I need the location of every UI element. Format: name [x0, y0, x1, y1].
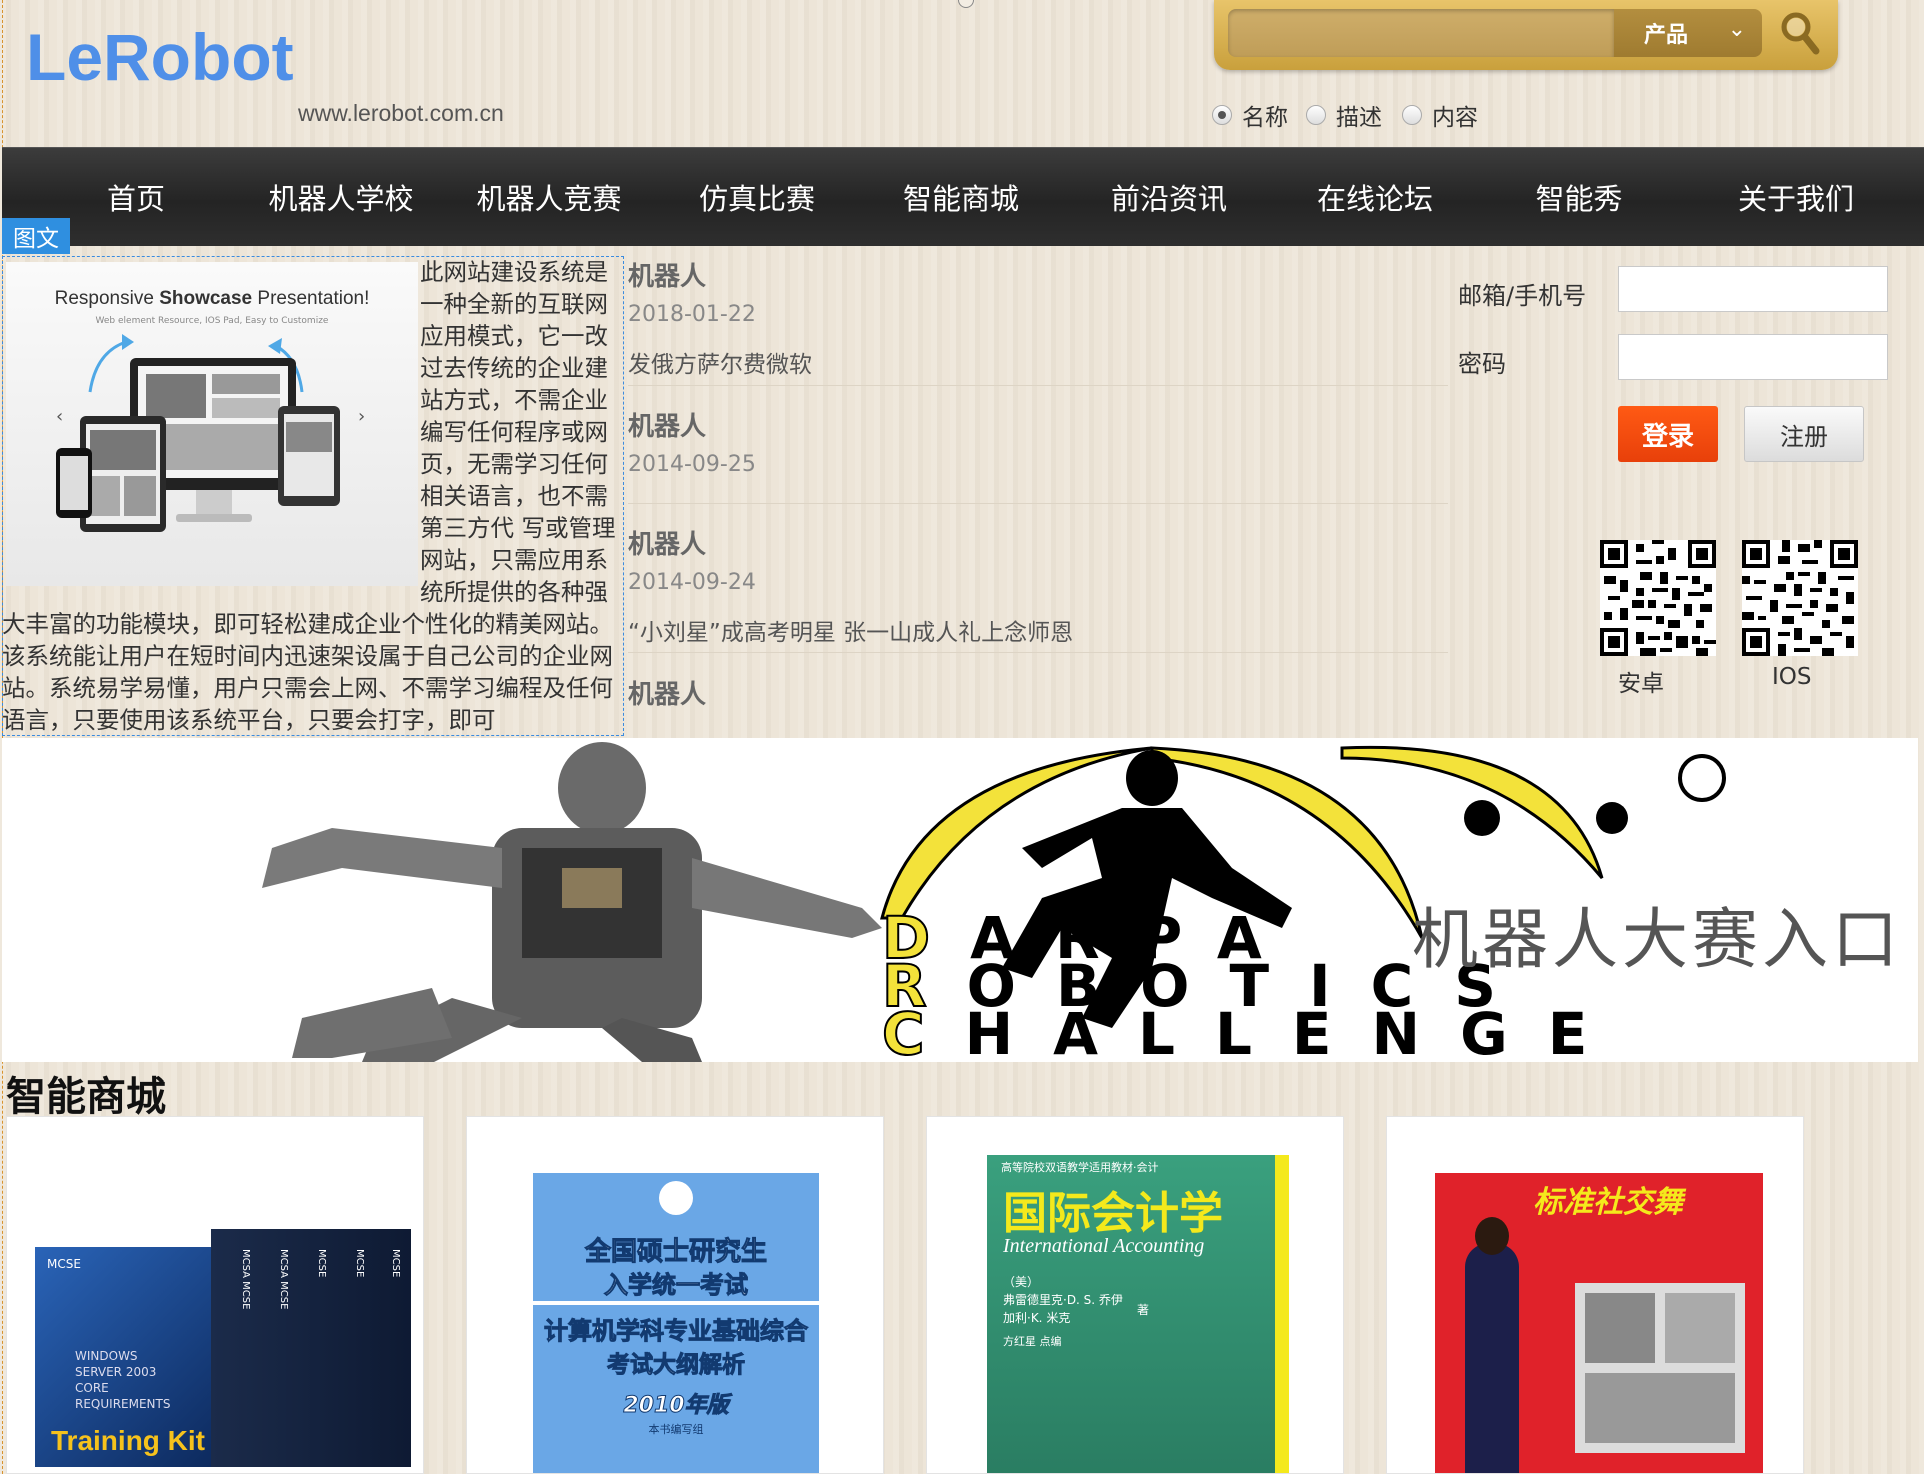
book-text: MCSE	[47, 1257, 81, 1271]
book-spine: MCSA MCSE	[278, 1249, 289, 1310]
search-input[interactable]	[1228, 9, 1614, 57]
search-category-label: 产品	[1644, 23, 1689, 48]
book-text: SERVER 2003	[75, 1365, 157, 1379]
product-card[interactable]: 标准社交舞	[1386, 1116, 1804, 1474]
product-image: 高等院校双语教学适用教材·会计 国际会计学 International Acco…	[987, 1155, 1289, 1473]
tuwen-tag[interactable]: 图文	[2, 218, 70, 254]
book-spine: MCSE	[390, 1249, 401, 1278]
nav-item-news[interactable]: 前沿资讯	[1094, 148, 1244, 246]
book-text: 本书编写组	[648, 1423, 704, 1436]
news-title[interactable]: 机器人	[628, 256, 706, 293]
nav-item-robot-school[interactable]: 机器人学校	[256, 148, 426, 246]
book-text: CORE	[75, 1381, 109, 1395]
book-text: 方红星 点编	[1003, 1335, 1062, 1348]
book-text: WINDOWS	[75, 1349, 138, 1363]
book-text: Training Kit	[51, 1425, 205, 1456]
radio-label: 名称	[1242, 105, 1288, 131]
radio-dot[interactable]	[1306, 105, 1326, 125]
email-field[interactable]	[1618, 266, 1888, 312]
book-text: 著	[1137, 1303, 1150, 1317]
book-spine: MCSA MCSE	[240, 1249, 251, 1310]
login-button[interactable]: 登录	[1618, 406, 1718, 462]
radio-dot-selected[interactable]	[1212, 105, 1232, 125]
qr-label-ios: IOS	[1772, 664, 1812, 690]
nav-item-home[interactable]: 首页	[66, 148, 206, 246]
product-card[interactable]: 高等院校双语教学适用教材·会计 国际会计学 International Acco…	[926, 1116, 1344, 1474]
nav-item-smart-mall[interactable]: 智能商城	[886, 148, 1036, 246]
product-image: 标准社交舞	[1435, 1173, 1763, 1473]
qr-icon	[1600, 540, 1716, 656]
shop-section-title: 智能商城	[6, 1073, 166, 1120]
tuwen-body: 此网站建设系统是一种全新的互联网应用模式，它一改过去传统的企业建站方式，不需企业…	[2, 258, 616, 734]
book-text: 加利·K. 米克	[1003, 1311, 1071, 1325]
qr-code-android	[1600, 540, 1716, 656]
chevron-down-icon: ⌄	[1727, 17, 1746, 42]
book-text: 高等院校双语教学适用教材·会计	[1001, 1161, 1159, 1174]
banner-title: 机器人大赛入口	[1412, 901, 1902, 978]
site-domain: www.lerobot.com.cn	[298, 100, 504, 126]
news-desc: “小刘星”成高考明星 张一山成人礼上念师恩	[628, 620, 1074, 646]
search-category-select[interactable]: 产品 ⌄	[1614, 9, 1762, 57]
news-title[interactable]: 机器人	[628, 406, 706, 443]
resize-handle[interactable]	[958, 0, 974, 8]
product-card[interactable]: MCSA MCSE MCSA MCSE MCSE MCSE MCSE MCSE …	[6, 1116, 424, 1474]
news-title[interactable]: 机器人	[628, 524, 706, 561]
product-card[interactable]: 全国硕士研究生 入学统一考试 计算机学科专业基础综合 考试大纲解析 2010年版…	[466, 1116, 884, 1474]
news-title[interactable]: 机器人	[628, 674, 706, 711]
book-spine: MCSE	[354, 1249, 365, 1278]
qr-code-ios	[1742, 540, 1858, 656]
news-divider	[628, 652, 1448, 653]
book-text: 标准社交舞	[1533, 1185, 1683, 1220]
competition-banner[interactable]: DARPA ROBOTICS CHALLENGE 机器人大赛入口	[2, 738, 1918, 1062]
book-text: International Accounting	[1003, 1235, 1205, 1257]
book-text: 计算机学科专业基础综合	[544, 1317, 809, 1346]
email-label: 邮箱/手机号	[1458, 282, 1587, 310]
product-image: 全国硕士研究生 入学统一考试 计算机学科专业基础综合 考试大纲解析 2010年版…	[533, 1173, 819, 1473]
password-label: 密码	[1458, 350, 1506, 378]
book-text: 弗雷德里克·D. S. 乔伊	[1003, 1293, 1123, 1307]
book-spine: MCSE	[316, 1249, 327, 1278]
main-nav: 首页 机器人学校 机器人竞赛 仿真比赛 智能商城 前沿资讯 在线论坛 智能秀 关…	[2, 147, 1924, 246]
search-button[interactable]	[1764, 4, 1836, 62]
book-text: 2010年版	[623, 1393, 729, 1419]
news-divider	[628, 385, 1448, 386]
password-field[interactable]	[1618, 334, 1888, 380]
qr-icon	[1742, 540, 1858, 656]
news-date: 2014-09-25	[628, 452, 756, 477]
qr-label-android: 安卓	[1618, 671, 1664, 697]
book-text: 国际会计学	[1003, 1188, 1223, 1239]
news-date: 2018-01-22	[628, 302, 756, 327]
radio-content[interactable]: 内容	[1402, 98, 1478, 132]
news-desc: 发俄方萨尔费微软	[628, 352, 812, 378]
book-text: 入学统一考试	[604, 1271, 749, 1300]
book-text: （美）	[1003, 1275, 1040, 1289]
book-text: REQUIREMENTS	[75, 1397, 171, 1411]
nav-item-robot-competition[interactable]: 机器人竞赛	[464, 148, 634, 246]
site-logo[interactable]: LeRobot	[26, 22, 294, 92]
radio-dot[interactable]	[1402, 105, 1422, 125]
book-text: 考试大纲解析	[607, 1352, 746, 1379]
radio-label: 描述	[1336, 105, 1382, 131]
search-icon	[1781, 12, 1820, 55]
nav-item-about[interactable]: 关于我们	[1716, 148, 1876, 246]
radio-description[interactable]: 描述	[1306, 98, 1382, 132]
news-date: 2014-09-24	[628, 570, 756, 595]
radio-name[interactable]: 名称	[1212, 98, 1288, 132]
nav-item-smart-show[interactable]: 智能秀	[1514, 148, 1644, 246]
book-text: 全国硕士研究生	[584, 1237, 767, 1268]
nav-item-simulation[interactable]: 仿真比赛	[682, 148, 832, 246]
news-divider	[628, 503, 1448, 504]
product-image: MCSA MCSE MCSA MCSE MCSE MCSE MCSE MCSE …	[35, 1229, 415, 1469]
register-button[interactable]: 注册	[1744, 406, 1864, 462]
nav-item-forum[interactable]: 在线论坛	[1300, 148, 1450, 246]
radio-label: 内容	[1432, 105, 1478, 131]
